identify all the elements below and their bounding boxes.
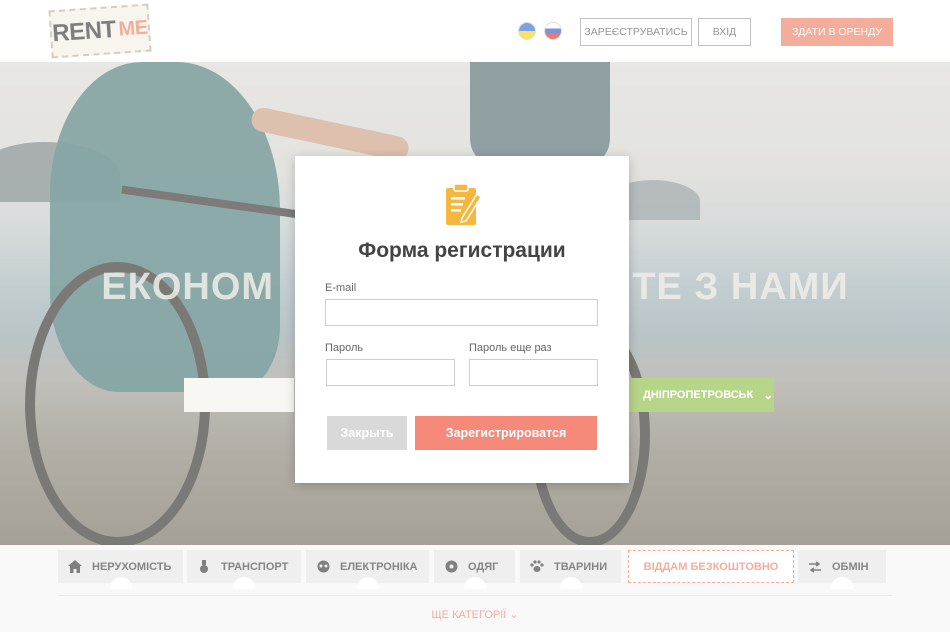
modal-title: Форма регистрации xyxy=(358,239,566,262)
clipboard-pencil-icon xyxy=(446,183,481,225)
close-button[interactable]: Закрыть xyxy=(327,416,407,450)
email-field[interactable] xyxy=(325,299,598,326)
password-label: Пароль xyxy=(325,342,364,354)
password-repeat-field[interactable] xyxy=(469,359,598,386)
register-submit-button[interactable]: Зарегистрироватся xyxy=(415,416,597,450)
registration-modal: Форма регистрации E-mail Пароль Пароль е… xyxy=(295,156,629,483)
password-repeat-label: Пароль еще раз xyxy=(469,342,552,354)
password-field[interactable] xyxy=(326,359,455,386)
email-label: E-mail xyxy=(325,282,357,294)
